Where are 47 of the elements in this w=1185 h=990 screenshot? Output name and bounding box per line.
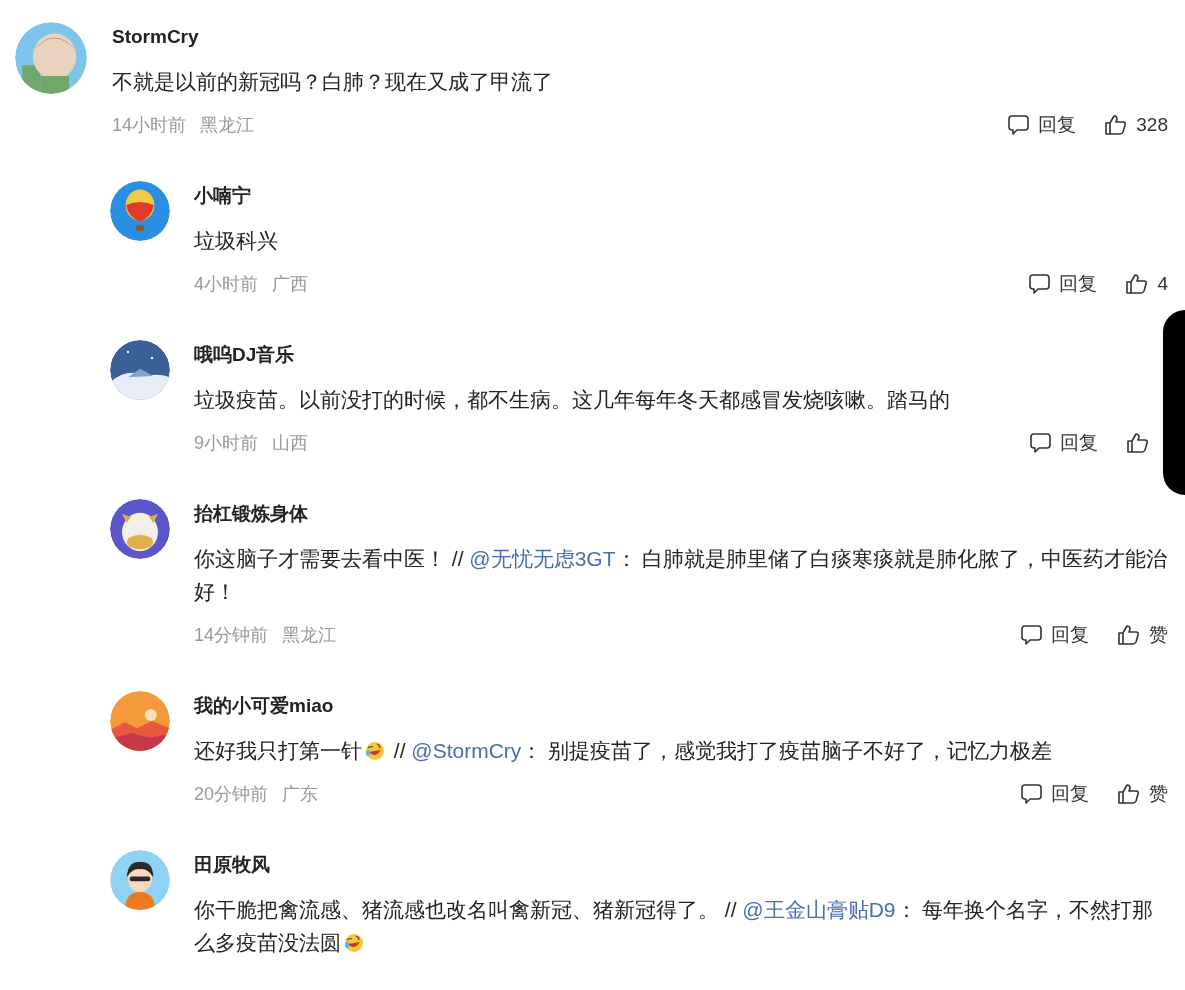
like-button[interactable] xyxy=(1126,432,1150,454)
comment-icon xyxy=(1029,432,1052,454)
like-button[interactable]: 赞 xyxy=(1117,622,1168,648)
reply-button[interactable]: 回复 xyxy=(1029,430,1098,456)
thumbs-up-icon xyxy=(1125,273,1150,295)
user-name[interactable]: 哦呜DJ音乐 xyxy=(194,340,295,370)
comment-text: 垃圾疫苗。以前没打的时候，都不生病。这几年每年冬天都感冒发烧咳嗽。踏马的 xyxy=(194,387,951,413)
user-name[interactable]: 抬杠锻炼身体 xyxy=(194,499,308,529)
user-name[interactable]: 小喃宁 xyxy=(194,181,251,211)
comment-icon xyxy=(1020,624,1043,646)
user-name[interactable]: StormCry xyxy=(112,22,199,52)
post-time: 14分钟前 xyxy=(194,624,269,647)
like-button[interactable]: 328 xyxy=(1104,114,1168,136)
mention-link[interactable]: @无忧无虑3GT xyxy=(469,547,616,570)
post-location: 广西 xyxy=(272,273,308,296)
like-button[interactable]: 4 xyxy=(1125,273,1168,295)
laughing-emoji-icon xyxy=(344,933,364,953)
reply-button[interactable]: 回复 xyxy=(1020,781,1089,807)
post-time: 20分钟前 xyxy=(194,783,269,806)
thumbs-up-icon xyxy=(1117,624,1141,646)
post-location: 山西 xyxy=(272,432,308,455)
comment-text: 垃圾科兴 xyxy=(194,228,279,254)
post-time: 9小时前 xyxy=(194,432,258,455)
thumbs-up-icon xyxy=(1104,114,1129,136)
reply-button[interactable]: 回复 xyxy=(1020,622,1089,648)
post-time: 4小时前 xyxy=(194,273,258,296)
comment-text: 还好我只打第一针 // @StormCry： 别提疫苗了，感觉我打了疫苗脑子不好了，记忆力极差 xyxy=(194,738,1054,764)
comment-text: 你干脆把禽流感、猪流感也改名叫禽新冠、猪新冠得了。 // @王金山膏贴D9： 每年换个名字，不然打那么多疫苗没法圆 xyxy=(194,897,1155,956)
mention-link[interactable]: @StormCry xyxy=(411,739,522,762)
post-time: 14小时前 xyxy=(112,114,187,137)
laughing-emoji-icon xyxy=(365,741,385,761)
user-name[interactable]: 田原牧风 xyxy=(194,850,270,880)
comment-text: 你这脑子才需要去看中医！ // @无忧无虑3GT： 白肺就是肺里储了白痰寒痰就是肺化脓了，中医药才能治好！ xyxy=(194,546,1168,605)
post-location: 黑龙江 xyxy=(282,624,337,647)
thumbs-up-icon xyxy=(1126,432,1150,454)
reply-button[interactable]: 回复 xyxy=(1007,112,1077,138)
post-location: 黑龙江 xyxy=(200,114,255,137)
comment-text: 不就是以前的新冠吗？白肺？现在又成了甲流了 xyxy=(112,69,554,95)
comment-icon xyxy=(1028,273,1052,295)
post-location: 广东 xyxy=(282,783,319,806)
reply-button[interactable]: 回复 xyxy=(1028,271,1098,297)
comment-icon xyxy=(1007,114,1031,136)
user-name[interactable]: 我的小可爱miao xyxy=(194,691,334,721)
mention-link[interactable]: @王金山膏贴D9 xyxy=(742,898,896,921)
comment-icon xyxy=(1020,783,1043,805)
thumbs-up-icon xyxy=(1117,783,1141,805)
like-button[interactable]: 赞 xyxy=(1117,781,1168,807)
